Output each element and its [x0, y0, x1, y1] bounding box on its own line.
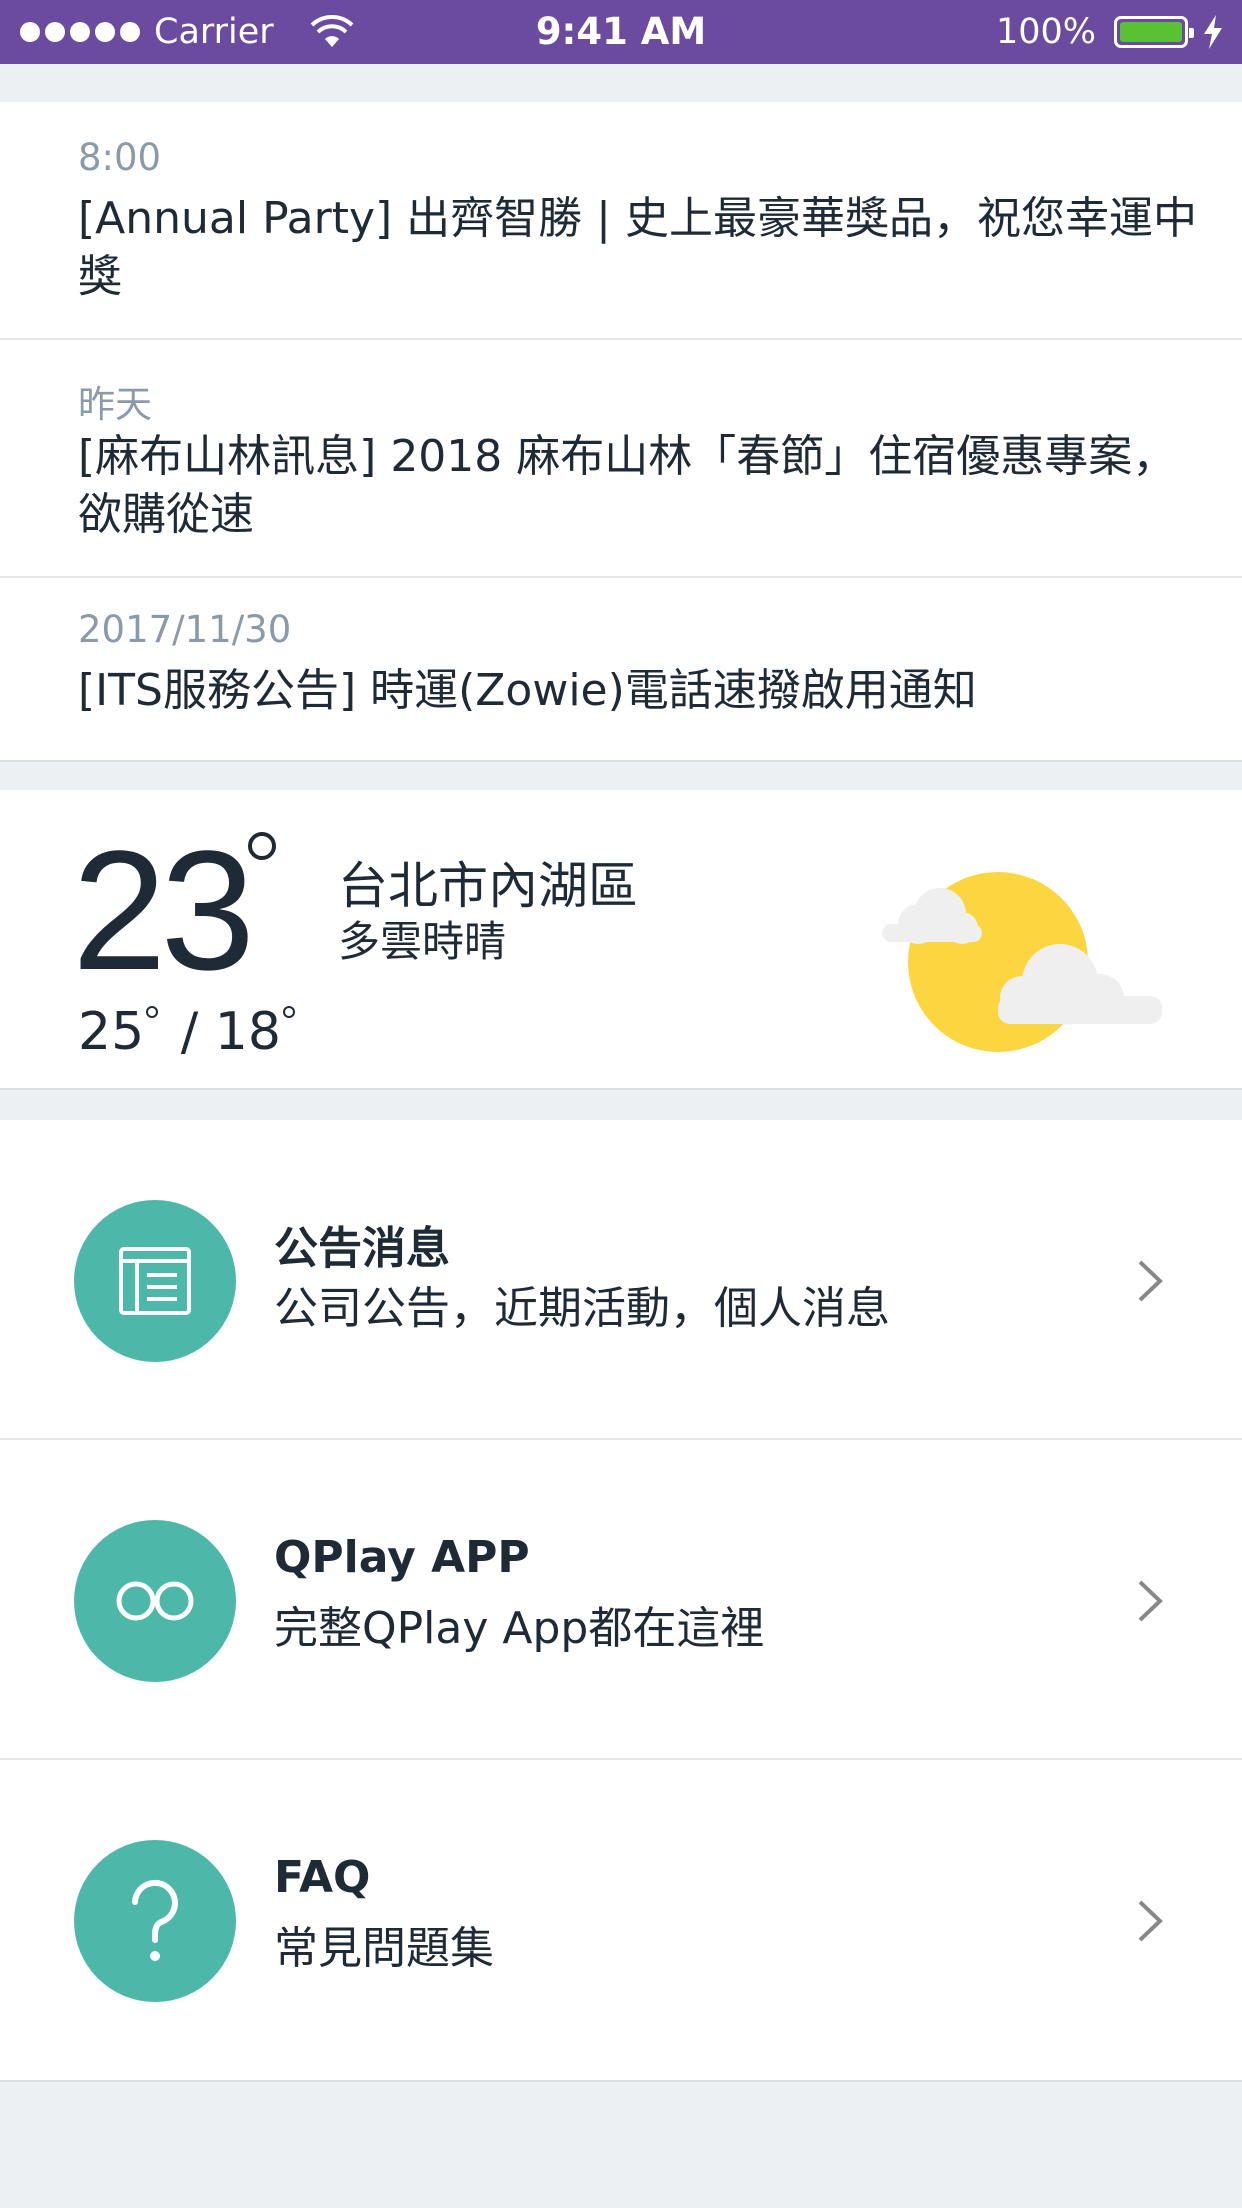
- news-date: 昨天: [78, 383, 152, 426]
- news-icon: [74, 1200, 236, 1362]
- menu-list: 公告消息 公司公告，近期活動，個人消息 QPlay APP 完整QPlay Ap…: [0, 1120, 1242, 2082]
- low-temperature: 18: [214, 1002, 281, 1062]
- status-bar: Carrier 9:41 AM 100%: [0, 0, 1242, 64]
- infinity-icon: [74, 1520, 236, 1682]
- menu-subtitle: 公司公告，近期活動，個人消息: [274, 1283, 890, 1334]
- temperature-range: 25 / 18: [78, 1002, 301, 1062]
- current-temperature: 23: [72, 816, 255, 1006]
- chevron-right-icon: [1138, 1900, 1163, 1942]
- menu-subtitle: 完整QPlay App都在這裡: [274, 1603, 765, 1654]
- sun-with-clouds-icon: [882, 872, 1162, 1052]
- menu-item-announcements[interactable]: 公告消息 公司公告，近期活動，個人消息: [0, 1120, 1242, 1440]
- degree-icon: [282, 1006, 295, 1018]
- question-icon: [74, 1840, 236, 2002]
- menu-item-qplay-app[interactable]: QPlay APP 完整QPlay App都在這裡: [0, 1440, 1242, 1760]
- chevron-right-icon: [1138, 1260, 1163, 1302]
- menu-title: 公告消息: [274, 1223, 450, 1274]
- high-temperature: 25: [78, 1002, 145, 1062]
- menu-title: FAQ: [274, 1852, 371, 1903]
- status-right: 100%: [996, 0, 1222, 64]
- news-item[interactable]: 昨天 [麻布山林訊息] 2018 麻布山林「春節」住宿優惠專案，欲購從速: [0, 340, 1242, 578]
- battery-percent: 100%: [995, 12, 1096, 52]
- news-date: 2017/11/30: [78, 608, 292, 651]
- menu-subtitle: 常見問題集: [274, 1923, 494, 1974]
- news-item[interactable]: 2017/11/30 [ITS服務公告] 時運(Zowie)電話速撥啟用通知: [0, 578, 1242, 762]
- news-title: [麻布山林訊息] 2018 麻布山林「春節」住宿優惠專案，欲購從速: [78, 431, 1177, 540]
- news-item[interactable]: 8:00 [Annual Party] 出齊智勝 | 史上最豪華獎品，祝您幸運中…: [0, 102, 1242, 340]
- chevron-right-icon: [1138, 1580, 1163, 1622]
- weather-condition: 多雲時晴: [338, 917, 507, 966]
- menu-item-faq[interactable]: FAQ 常見問題集: [0, 1760, 1242, 2080]
- battery-icon: [1114, 16, 1194, 48]
- news-date: 8:00: [78, 136, 162, 179]
- degree-icon: [248, 832, 276, 860]
- degree-icon: [146, 1006, 159, 1018]
- news-list: 8:00 [Annual Party] 出齊智勝 | 史上最豪華獎品，祝您幸運中…: [0, 102, 1242, 762]
- news-title: [ITS服務公告] 時運(Zowie)電話速撥啟用通知: [78, 665, 977, 716]
- news-title: [Annual Party] 出齊智勝 | 史上最豪華獎品，祝您幸運中獎: [78, 193, 1197, 302]
- menu-title: QPlay APP: [274, 1532, 530, 1583]
- range-separator: /: [164, 1002, 215, 1062]
- charging-bolt-icon: [1204, 15, 1222, 49]
- weather-card[interactable]: 23 25 / 18 台北市內湖區 多雲時晴: [0, 790, 1242, 1090]
